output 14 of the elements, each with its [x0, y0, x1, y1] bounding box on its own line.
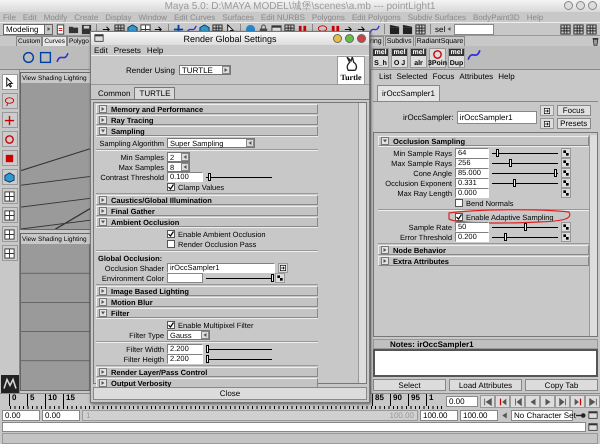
tick-label: 5 [27, 394, 45, 406]
tick-label: 0 [9, 394, 27, 406]
notes-label: Notes: irOccSampler1 [373, 339, 598, 349]
node-label: irOccSampler: [403, 112, 454, 122]
tick-label: 90 [390, 394, 408, 406]
tick-label: 1 [426, 394, 444, 406]
tick-label: 85 [372, 394, 390, 406]
tick-label: 95 [408, 394, 426, 406]
tick-label: 15 [63, 394, 81, 406]
tick-label: 10 [45, 394, 63, 406]
logo: Turtle [337, 56, 365, 84]
dialog-title: Render Global Settings [183, 34, 277, 44]
window-title: Maya 5.0: D:\MAYA MODEL\城堡\scenes\a.mb --- pointLight1 [164, 0, 436, 13]
field-label: Render Using [126, 66, 175, 74]
